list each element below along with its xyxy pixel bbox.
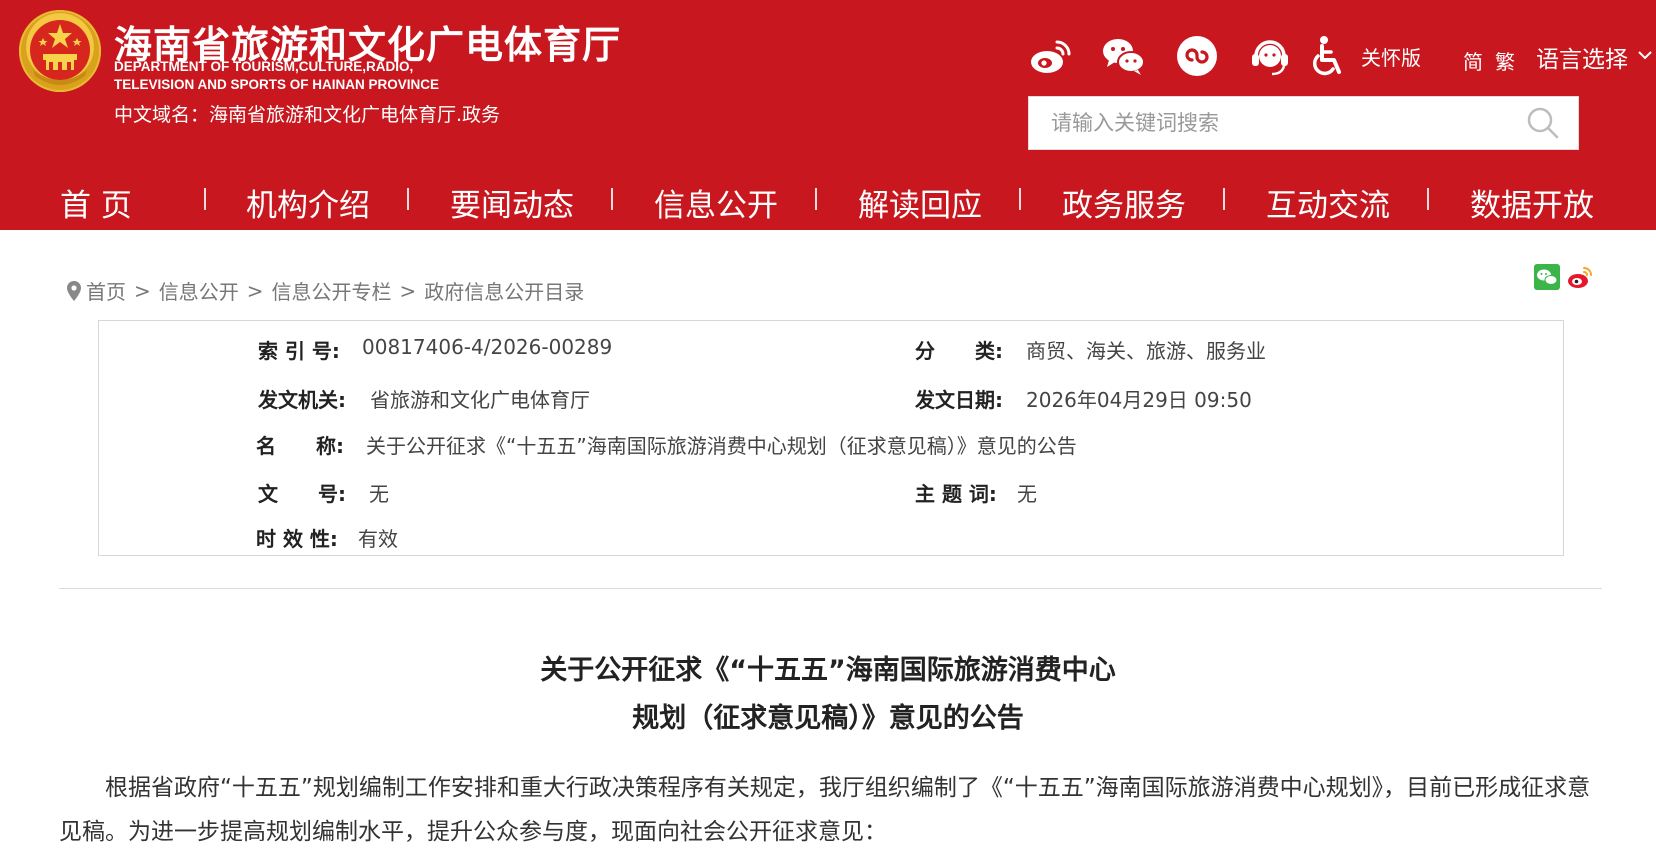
nav-separator xyxy=(1223,188,1225,210)
simplified-chinese-button[interactable]: 简 xyxy=(1463,46,1483,75)
document-number-value: 无 xyxy=(369,482,389,506)
breadcrumb-separator: > xyxy=(399,278,417,303)
article-paragraph: 根据省政府“十五五”规划编制工作安排和重大行政决策程序有关规定，我厅组织编制了《… xyxy=(59,775,1591,845)
category-label: 分 类: xyxy=(915,339,1003,363)
chinese-domain-name: 中文域名：海南省旅游和文化广电体育厅.政务 xyxy=(114,104,501,126)
search-button[interactable] xyxy=(1508,97,1578,149)
issuer-label: 发文机关: xyxy=(258,388,346,412)
site-title-english-line1: DEPARTMENT OF TOURISM,CULTURE,RADIO, xyxy=(114,59,414,74)
subject-terms-label: 主 题 词: xyxy=(915,482,997,506)
nav-government-services[interactable]: 政务服务 xyxy=(1062,180,1186,225)
chevron-down-icon[interactable] xyxy=(1636,46,1654,64)
search-icon xyxy=(1527,107,1559,139)
document-metadata-box: 索 引 号: 00817406-4/2026-00289 分 类: 商贸、海关、… xyxy=(98,320,1564,556)
issue-date-label: 发文日期: xyxy=(915,388,1003,412)
category-value: 商贸、海关、旅游、服务业 xyxy=(1026,339,1266,363)
breadcrumb-home[interactable]: 首页 xyxy=(86,276,126,305)
subject-terms-value: 无 xyxy=(1017,482,1037,506)
document-number-label: 文 号: xyxy=(258,482,346,506)
article-title-line2: 规划（征求意见稿）》意见的公告 xyxy=(632,703,1024,734)
national-emblem-icon[interactable] xyxy=(19,10,101,92)
index-number-label: 索 引 号: xyxy=(258,339,340,363)
validity-value: 有效 xyxy=(358,527,398,551)
nav-separator xyxy=(815,188,817,210)
nav-separator xyxy=(204,188,206,210)
nav-separator xyxy=(407,188,409,210)
accessibility-icon[interactable] xyxy=(1306,34,1350,78)
wechat-icon[interactable] xyxy=(1101,34,1145,78)
search-input[interactable] xyxy=(1029,97,1509,149)
nav-information-disclosure[interactable]: 信息公开 xyxy=(654,180,778,225)
nav-interpretation[interactable]: 解读回应 xyxy=(858,180,982,225)
nav-home[interactable]: 首 页 xyxy=(60,180,132,225)
nav-separator xyxy=(611,188,613,210)
issue-date-value: 2026年04月29日 09:50 xyxy=(1026,388,1252,412)
breadcrumb-disclosure-column[interactable]: 信息公开专栏 xyxy=(272,276,392,305)
traditional-chinese-button[interactable]: 繁 xyxy=(1495,46,1515,75)
breadcrumb-separator: > xyxy=(134,278,151,303)
nav-open-data[interactable]: 数据开放 xyxy=(1470,180,1594,225)
customer-service-icon[interactable] xyxy=(1248,34,1292,78)
index-number-value: 00817406-4/2026-00289 xyxy=(362,335,613,359)
breadcrumb: 首页 > 信息公开 > 信息公开专栏 > 政府信息公开目录 xyxy=(66,276,584,305)
search-box xyxy=(1028,96,1579,150)
language-select[interactable]: 语言选择 xyxy=(1536,40,1628,74)
nav-interaction[interactable]: 互动交流 xyxy=(1266,180,1390,225)
article-title-line1: 关于公开征求《“十五五”海南国际旅游消费中心 xyxy=(540,655,1116,686)
nav-separator xyxy=(1427,188,1429,210)
site-header: 海南省旅游和文化广电体育厅 DEPARTMENT OF TOURISM,CULT… xyxy=(0,0,1656,230)
elderly-care-mode-button[interactable]: 关怀版 xyxy=(1361,42,1421,71)
site-title-english: DEPARTMENT OF TOURISM,CULTURE,RADIO, TEL… xyxy=(114,58,534,94)
main-nav: 首 页 机构介绍 要闻动态 信息公开 解读回应 政务服务 互动交流 数据开放 xyxy=(0,172,1656,230)
location-pin-icon xyxy=(67,280,81,301)
validity-label: 时 效 性: xyxy=(256,527,338,551)
content-divider xyxy=(59,588,1602,589)
document-name-label: 名 称: xyxy=(256,434,344,458)
nav-separator xyxy=(1019,188,1021,210)
site-title-english-line2: TELEVISION AND SPORTS OF HAINAN PROVINCE xyxy=(114,77,440,92)
breadcrumb-disclosure-catalog[interactable]: 政府信息公开目录 xyxy=(424,276,584,305)
nav-about[interactable]: 机构介绍 xyxy=(246,180,370,225)
weibo-icon[interactable] xyxy=(1028,34,1072,78)
nav-news[interactable]: 要闻动态 xyxy=(450,180,574,225)
breadcrumb-separator: > xyxy=(246,278,264,303)
wechat-share-icon[interactable] xyxy=(1534,264,1560,290)
weibo-share-icon[interactable] xyxy=(1567,264,1593,290)
document-name-value: 关于公开征求《“十五五”海南国际旅游消费中心规划（征求意见稿）》意见的公告 xyxy=(366,434,1077,458)
mini-program-icon[interactable] xyxy=(1175,34,1219,78)
breadcrumb-information-disclosure[interactable]: 信息公开 xyxy=(159,276,239,305)
issuer-value: 省旅游和文化广电体育厅 xyxy=(370,388,590,412)
